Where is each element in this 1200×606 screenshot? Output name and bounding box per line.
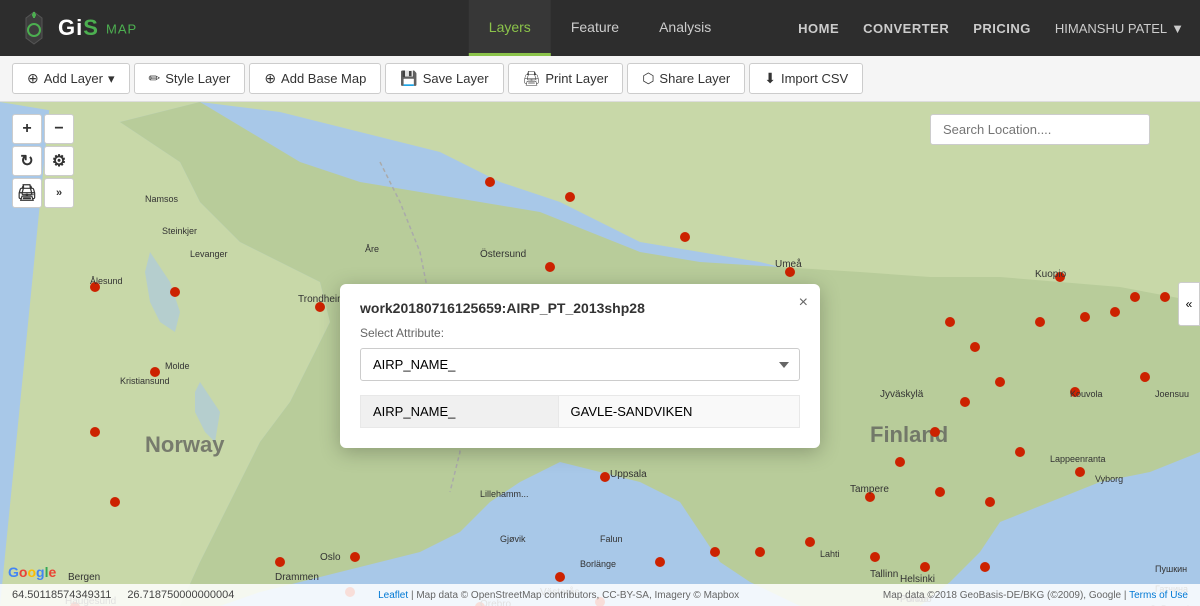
svg-text:Trondheim: Trondheim bbox=[298, 294, 345, 305]
svg-text:Lahti: Lahti bbox=[820, 549, 840, 559]
svg-text:Steinkjer: Steinkjer bbox=[162, 226, 197, 236]
google-logo: Google bbox=[8, 564, 56, 580]
svg-text:Molde: Molde bbox=[165, 361, 190, 371]
print-map-button[interactable]: 🖨 bbox=[12, 178, 42, 208]
svg-text:Uppsala: Uppsala bbox=[610, 469, 647, 480]
svg-text:Umeå: Umeå bbox=[775, 258, 802, 270]
print-layer-button[interactable]: 🖨 Print Layer bbox=[508, 63, 624, 94]
nav-home[interactable]: HOME bbox=[798, 21, 839, 36]
header: GiS MAP Layers Feature Analysis HOME CON… bbox=[0, 0, 1200, 56]
svg-text:Ålesund: Ålesund bbox=[90, 276, 123, 286]
popup-select-label: Select Attribute: bbox=[360, 326, 800, 340]
logo-icon bbox=[16, 10, 52, 46]
map-attribution: Leaflet | Map data © OpenStreetMap contr… bbox=[378, 590, 739, 601]
svg-text:Lillehamm...: Lillehamm... bbox=[480, 489, 529, 499]
feature-popup: × work20180716125659:AIRP_PT_2013shp28 S… bbox=[340, 284, 820, 448]
share-layer-button[interactable]: ⬡ Share Layer bbox=[627, 63, 745, 94]
save-layer-icon: 💾 bbox=[400, 70, 417, 87]
map-data-text: Map data ©2018 GeoBasis-DE/BKG (©2009), … bbox=[883, 590, 1121, 601]
save-layer-button[interactable]: 💾 Save Layer bbox=[385, 63, 503, 94]
zoom-out-button[interactable]: − bbox=[44, 114, 74, 144]
svg-text:Norway: Norway bbox=[145, 432, 225, 457]
style-layer-icon: ✏ bbox=[149, 70, 161, 87]
collapse-right-button[interactable]: « bbox=[1178, 282, 1200, 326]
svg-text:Drammen: Drammen bbox=[275, 572, 319, 583]
svg-text:Falun: Falun bbox=[600, 534, 623, 544]
map-search bbox=[930, 114, 1150, 145]
refresh-button[interactable]: ↻ bbox=[12, 146, 42, 176]
add-base-map-button[interactable]: ⊕ Add Base Map bbox=[249, 63, 381, 94]
attribution-text: | Map data © OpenStreetMap contributors,… bbox=[411, 590, 739, 601]
add-layer-label: Add Layer bbox=[44, 71, 103, 86]
tab-analysis[interactable]: Analysis bbox=[639, 0, 731, 56]
import-csv-label: Import CSV bbox=[781, 71, 848, 86]
logo[interactable]: GiS MAP bbox=[16, 10, 137, 46]
add-base-map-label: Add Base Map bbox=[281, 71, 366, 86]
svg-text:Levanger: Levanger bbox=[190, 249, 228, 259]
svg-text:Namsos: Namsos bbox=[145, 194, 179, 204]
expand-button[interactable]: » bbox=[44, 178, 74, 208]
settings-button[interactable]: ⚙ bbox=[44, 146, 74, 176]
svg-text:Jyväskylä: Jyväskylä bbox=[880, 389, 924, 400]
tab-feature[interactable]: Feature bbox=[551, 0, 639, 56]
svg-text:Kuopio: Kuopio bbox=[1035, 269, 1067, 280]
svg-text:Joensuu: Joensuu bbox=[1155, 389, 1189, 399]
print-layer-label: Print Layer bbox=[545, 71, 608, 86]
add-base-map-icon: ⊕ bbox=[264, 70, 276, 87]
coordinates: 64.50118574349311 26.718750000000004 bbox=[12, 589, 234, 601]
svg-text:Vyborg: Vyborg bbox=[1095, 474, 1123, 484]
svg-text:Gjøvik: Gjøvik bbox=[500, 534, 526, 544]
popup-close-button[interactable]: × bbox=[799, 294, 808, 312]
nav-pricing[interactable]: PRICING bbox=[973, 21, 1031, 36]
toolbar: ⊕ Add Layer ▾ ✏ Style Layer ⊕ Add Base M… bbox=[0, 56, 1200, 102]
header-nav: HOME CONVERTER PRICING HIMANSHU PATEL ▼ bbox=[798, 21, 1184, 36]
import-csv-button[interactable]: ⬇ Import CSV bbox=[749, 63, 863, 94]
popup-title: work20180716125659:AIRP_PT_2013shp28 bbox=[360, 300, 800, 316]
table-row: AIRP_NAME_ GAVLE-SANDVIKEN bbox=[361, 396, 800, 428]
add-layer-button[interactable]: ⊕ Add Layer ▾ bbox=[12, 63, 130, 94]
print-layer-icon: 🖨 bbox=[523, 70, 541, 87]
google-attribution: Map data ©2018 GeoBasis-DE/BKG (©2009), … bbox=[883, 590, 1188, 601]
svg-text:Tampere: Tampere bbox=[850, 484, 889, 495]
svg-text:Åre: Åre bbox=[365, 244, 379, 254]
longitude: 26.718750000000004 bbox=[127, 589, 234, 601]
table-value: GAVLE-SANDVIKEN bbox=[558, 396, 799, 428]
nav-tabs: Layers Feature Analysis bbox=[469, 0, 731, 56]
table-key: AIRP_NAME_ bbox=[361, 396, 559, 428]
svg-text:Kristiansund: Kristiansund bbox=[120, 376, 170, 386]
svg-text:Пушкин: Пушкин bbox=[1155, 564, 1187, 574]
leaflet-link[interactable]: Leaflet bbox=[378, 590, 408, 601]
search-input[interactable] bbox=[930, 114, 1150, 145]
bottom-bar: 64.50118574349311 26.718750000000004 Lea… bbox=[0, 584, 1200, 606]
svg-text:Bergen: Bergen bbox=[68, 572, 100, 583]
map-controls: + − ↻ ⚙ 🖨 » bbox=[12, 114, 74, 208]
nav-converter[interactable]: CONVERTER bbox=[863, 21, 949, 36]
svg-text:Kouvola: Kouvola bbox=[1070, 389, 1103, 399]
svg-text:Lappeenranta: Lappeenranta bbox=[1050, 454, 1106, 464]
svg-text:Tallinn: Tallinn bbox=[870, 569, 898, 580]
tab-layers[interactable]: Layers bbox=[469, 0, 551, 56]
share-layer-label: Share Layer bbox=[659, 71, 730, 86]
terms-link[interactable]: Terms of Use bbox=[1129, 590, 1188, 601]
style-layer-label: Style Layer bbox=[165, 71, 230, 86]
user-menu[interactable]: HIMANSHU PATEL ▼ bbox=[1055, 21, 1184, 36]
map-container: Sweden Norway Finland bbox=[0, 102, 1200, 606]
collapse-right-icon: « bbox=[1186, 297, 1193, 311]
save-layer-label: Save Layer bbox=[423, 71, 489, 86]
share-layer-icon: ⬡ bbox=[642, 70, 654, 87]
user-dropdown-icon: ▼ bbox=[1171, 21, 1184, 36]
zoom-in-button[interactable]: + bbox=[12, 114, 42, 144]
svg-text:Borlänge: Borlänge bbox=[580, 559, 616, 569]
add-layer-icon: ⊕ bbox=[27, 70, 39, 87]
logo-text: GiS MAP bbox=[58, 15, 137, 41]
popup-attribute-select[interactable]: AIRP_NAME_ bbox=[360, 348, 800, 381]
svg-text:Oslo: Oslo bbox=[320, 552, 341, 563]
style-layer-button[interactable]: ✏ Style Layer bbox=[134, 63, 246, 94]
user-name: HIMANSHU PATEL bbox=[1055, 21, 1167, 36]
import-csv-icon: ⬇ bbox=[764, 70, 776, 87]
add-layer-chevron: ▾ bbox=[108, 71, 115, 87]
popup-table: AIRP_NAME_ GAVLE-SANDVIKEN bbox=[360, 395, 800, 428]
svg-text:Östersund: Östersund bbox=[480, 248, 526, 260]
latitude: 64.50118574349311 bbox=[12, 589, 111, 601]
